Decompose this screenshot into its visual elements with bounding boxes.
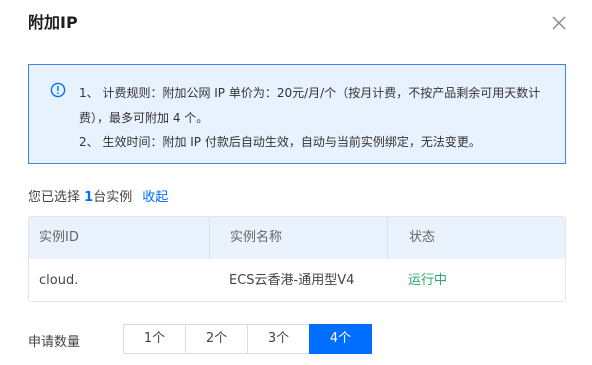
billing-notice: 1、 计费规则：附加公网 IP 单价为：20元/月/个（按月计费，不按产品剩余可… — [28, 64, 566, 164]
instance-table: 实例ID 实例名称 状态 cloud. ECS云香港-通用型V4 运行中 — [28, 216, 566, 302]
selection-suffix: 台实例 — [93, 190, 133, 205]
quantity-label: 申请数量 — [28, 335, 81, 350]
selection-summary: 您已选择 1台实例 收起 — [28, 186, 168, 205]
selection-count: 1 — [84, 190, 94, 205]
close-icon[interactable] — [550, 14, 568, 32]
dialog-title: 附加IP — [28, 13, 78, 32]
notice-line-3: 2、 生效时间：附加 IP 付款后自动生效，自动与当前实例绑定，无法变更。 — [79, 135, 481, 149]
notice-line-2: 费），最多可附加 4 个。 — [79, 111, 209, 125]
quantity-option-1[interactable]: 1个 — [123, 324, 186, 354]
quantity-option-4[interactable]: 4个 — [309, 324, 372, 354]
collapse-link[interactable]: 收起 — [142, 190, 168, 205]
quantity-option-2[interactable]: 2个 — [185, 324, 248, 354]
column-header-name: 实例名称 — [209, 217, 387, 259]
column-header-id: 实例ID — [39, 230, 79, 245]
notice-line-1: 1、 计费规则：附加公网 IP 单价为：20元/月/个（按月计费，不按产品剩余可… — [79, 86, 541, 100]
table-header: 实例ID 实例名称 状态 — [29, 217, 565, 259]
selection-prefix: 您已选择 — [28, 190, 85, 205]
column-header-status: 状态 — [387, 217, 565, 259]
info-icon — [50, 82, 66, 98]
cell-status: 运行中 — [408, 273, 448, 288]
table-row: cloud. ECS云香港-通用型V4 运行中 — [29, 259, 565, 301]
cell-instance-id: cloud. — [39, 273, 79, 288]
cell-instance-name: ECS云香港-通用型V4 — [229, 273, 355, 288]
quantity-selector: 1个 2个 3个 4个 — [123, 324, 372, 354]
quantity-option-3[interactable]: 3个 — [247, 324, 310, 354]
